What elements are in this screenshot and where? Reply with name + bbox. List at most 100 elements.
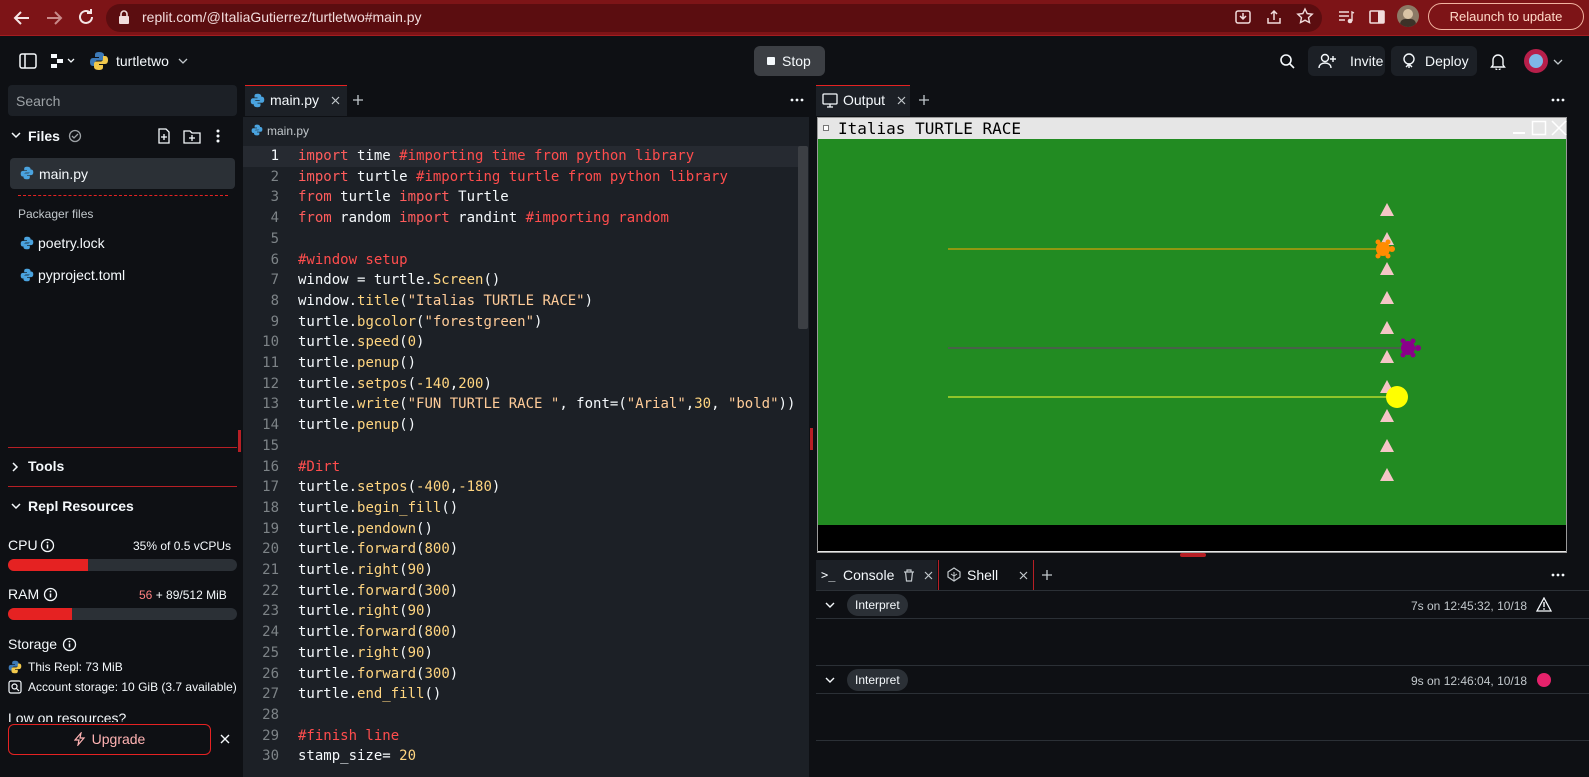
info-icon[interactable] xyxy=(62,637,77,652)
editor-scrollbar[interactable] xyxy=(798,146,808,329)
close-tab-icon[interactable] xyxy=(897,96,906,105)
more-options-icon[interactable] xyxy=(1551,572,1565,578)
relaunch-button[interactable]: Relaunch to update xyxy=(1428,3,1584,30)
breadcrumb[interactable]: main.py xyxy=(267,124,309,138)
code-token: forward xyxy=(357,624,417,641)
code-line[interactable]: 11 turtle.penup() xyxy=(243,353,799,374)
close-window-icon[interactable] xyxy=(1551,120,1567,136)
search-icon[interactable] xyxy=(1279,53,1295,69)
chevron-down-icon[interactable] xyxy=(11,131,21,139)
code-line[interactable]: 29 #finish line xyxy=(243,726,799,747)
code-line[interactable]: 8 window.title("Italias TURTLE RACE") xyxy=(243,291,799,312)
maximize-icon[interactable] xyxy=(1531,120,1547,136)
more-options-icon[interactable] xyxy=(215,128,221,144)
add-tab-icon[interactable] xyxy=(1041,569,1053,581)
new-folder-icon[interactable] xyxy=(183,128,201,144)
tools-heading[interactable]: Tools xyxy=(28,458,64,474)
code-line[interactable]: 17 turtle.setpos(-400,-180) xyxy=(243,477,799,498)
media-control-icon[interactable] xyxy=(1337,8,1355,26)
chevron-down-icon[interactable] xyxy=(11,502,21,510)
notifications-bell-icon[interactable] xyxy=(1490,53,1506,70)
url-text[interactable]: replit.com/@ItaliaGutierrez/turtletwo#ma… xyxy=(142,9,422,25)
repl-resources-heading[interactable]: Repl Resources xyxy=(28,498,134,514)
trash-icon[interactable] xyxy=(903,569,915,582)
code-line[interactable]: 10 turtle.speed(0) xyxy=(243,332,799,353)
invite-button[interactable]: Invite xyxy=(1308,46,1385,76)
code-line[interactable]: 4 from random import randint #importing r… xyxy=(243,208,799,229)
code-line[interactable]: 14 turtle.penup() xyxy=(243,415,799,436)
code-line[interactable]: 20 turtle.forward(800) xyxy=(243,539,799,560)
forward-icon[interactable] xyxy=(44,8,64,28)
stop-button[interactable]: Stop xyxy=(754,46,825,76)
info-icon[interactable] xyxy=(40,538,55,553)
file-item-pyproject-toml[interactable]: pyproject.toml xyxy=(38,267,125,283)
bookmark-star-icon[interactable] xyxy=(1296,7,1314,25)
code-line[interactable]: 13 turtle.write("FUN TURTLE RACE ", font=… xyxy=(243,394,799,415)
resize-handle[interactable] xyxy=(238,430,241,452)
chevron-down-icon[interactable] xyxy=(825,601,835,609)
minimize-icon[interactable] xyxy=(1511,120,1527,136)
chevron-down-icon[interactable] xyxy=(825,676,835,684)
code-line[interactable]: 26 turtle.forward(300) xyxy=(243,664,799,685)
info-icon[interactable] xyxy=(43,587,58,602)
resize-handle[interactable] xyxy=(810,428,813,450)
reload-icon[interactable] xyxy=(76,7,96,27)
close-tab-icon[interactable] xyxy=(331,96,340,105)
code-line[interactable]: 2 import turtle #importing turtle from py… xyxy=(243,167,799,188)
back-icon[interactable] xyxy=(12,8,32,28)
project-name[interactable]: turtletwo xyxy=(116,53,169,69)
code-line[interactable]: 16 #Dirt xyxy=(243,457,799,478)
line-number: 3 xyxy=(270,189,279,206)
window-menu-icon[interactable] xyxy=(823,125,829,131)
code-line[interactable]: 27 turtle.end_fill() xyxy=(243,684,799,705)
close-tab-icon[interactable] xyxy=(1019,571,1028,580)
code-line[interactable]: 30 stamp_size= 20 xyxy=(243,746,799,767)
code-line[interactable]: 21 turtle.right(90) xyxy=(243,560,799,581)
code-text: turtle.end_fill() xyxy=(298,684,441,705)
resize-handle[interactable] xyxy=(1180,553,1206,557)
more-options-icon[interactable] xyxy=(790,97,804,103)
code-line[interactable]: 6 #window setup xyxy=(243,250,799,271)
code-token: ( xyxy=(399,396,408,413)
replit-menu-icon[interactable] xyxy=(50,53,76,69)
line-number: 22 xyxy=(262,582,279,599)
code-line[interactable]: 15 xyxy=(243,436,799,457)
file-item-poetry-lock[interactable]: poetry.lock xyxy=(38,235,105,251)
code-line[interactable]: 25 turtle.right(90) xyxy=(243,643,799,664)
upgrade-button[interactable]: Upgrade xyxy=(8,724,211,755)
install-icon[interactable] xyxy=(1234,8,1252,26)
code-text: turtle.right(90) xyxy=(298,560,433,581)
code-line[interactable]: 3 from turtle import Turtle xyxy=(243,187,799,208)
more-options-icon[interactable] xyxy=(1551,97,1565,103)
user-avatar[interactable] xyxy=(1524,49,1548,73)
code-line[interactable]: 28 xyxy=(243,705,799,726)
new-file-icon[interactable] xyxy=(157,128,171,144)
chevron-down-icon[interactable] xyxy=(1553,58,1563,66)
close-icon[interactable] xyxy=(219,733,231,745)
add-tab-icon[interactable] xyxy=(918,94,930,106)
close-tab-icon[interactable] xyxy=(924,571,933,580)
deploy-button[interactable]: Deploy xyxy=(1391,46,1477,76)
code-line[interactable]: 1 import time #importing time from python… xyxy=(243,146,799,167)
sidebar-toggle-icon[interactable] xyxy=(19,53,37,69)
add-tab-icon[interactable] xyxy=(352,94,364,106)
code-line[interactable]: 9 turtle.bgcolor("forestgreen") xyxy=(243,312,799,333)
code-line[interactable]: 24 turtle.forward(800) xyxy=(243,622,799,643)
site-info-icon[interactable] xyxy=(118,9,130,25)
files-heading[interactable]: Files xyxy=(28,128,60,144)
code-text: turtle.pendown() xyxy=(298,519,433,540)
low-resources-text: Low on resources? xyxy=(8,710,127,722)
code-line[interactable]: 18 turtle.begin_fill() xyxy=(243,498,799,519)
code-line[interactable]: 19 turtle.pendown() xyxy=(243,519,799,540)
chevron-down-icon[interactable] xyxy=(178,57,188,65)
code-line[interactable]: 23 turtle.right(90) xyxy=(243,601,799,622)
profile-avatar[interactable] xyxy=(1397,5,1419,27)
chevron-right-icon[interactable] xyxy=(11,462,19,472)
search-input[interactable]: Search xyxy=(8,85,237,116)
code-line[interactable]: 5 xyxy=(243,229,799,250)
code-line[interactable]: 22 turtle.forward(300) xyxy=(243,581,799,602)
share-icon[interactable] xyxy=(1265,8,1283,26)
code-line[interactable]: 12 turtle.setpos(-140,200) xyxy=(243,374,799,395)
code-line[interactable]: 7 window = turtle.Screen() xyxy=(243,270,799,291)
side-panel-icon[interactable] xyxy=(1368,8,1386,26)
